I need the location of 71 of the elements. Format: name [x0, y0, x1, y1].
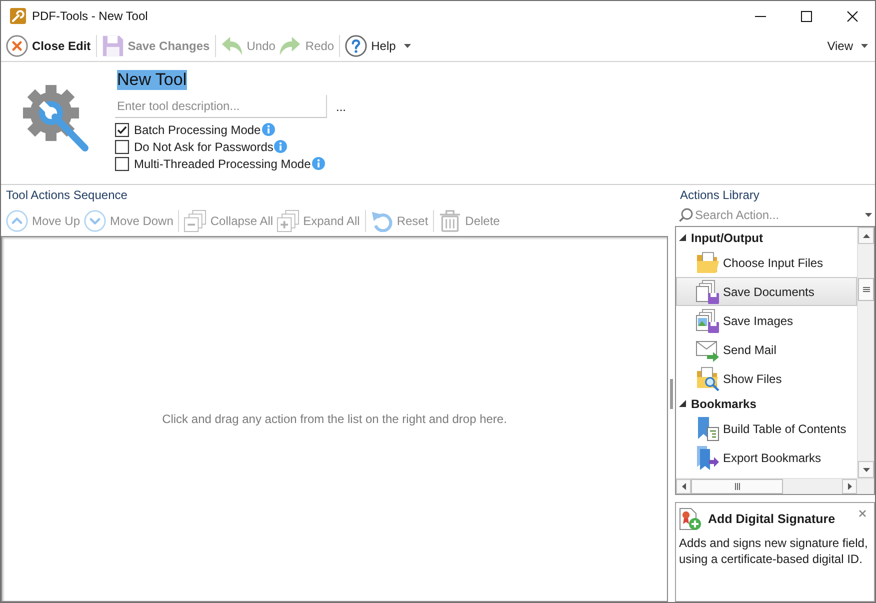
action-description: Adds and signs new signature field, using a certificate-based digital ID.	[679, 535, 869, 567]
undo-arrow-icon	[220, 35, 243, 57]
certificate-plus-icon	[679, 508, 701, 530]
redo-arrow-icon	[279, 35, 302, 57]
bookmarks-arrow-icon	[696, 446, 720, 470]
help-icon	[345, 35, 368, 57]
checkbox[interactable]	[115, 122, 129, 136]
checkbox[interactable]	[115, 156, 129, 170]
arrow-up-icon	[862, 234, 870, 238]
help-button[interactable]: Help	[343, 33, 413, 59]
info-icon[interactable]	[274, 140, 288, 153]
scroll-right-button[interactable]	[842, 479, 857, 494]
chevron-up-circle-icon	[6, 210, 28, 232]
expander-icon[interactable]	[679, 234, 686, 241]
gear-wrench-icon	[22, 84, 90, 152]
folder-page-icon	[696, 250, 720, 274]
arrow-left-icon	[682, 483, 686, 490]
folder-magnifier-icon	[696, 366, 720, 390]
action-item[interactable]: Export Bookmarks	[676, 443, 857, 472]
window-title: PDF-Tools - New Tool	[32, 9, 148, 23]
action-item[interactable]: Show Files	[676, 364, 857, 393]
app-icon	[10, 8, 26, 24]
splitter-handle[interactable]	[670, 378, 673, 408]
scroll-down-button[interactable]	[858, 461, 874, 478]
scrollbar-thumb[interactable]	[858, 278, 874, 301]
reset-icon	[370, 210, 393, 232]
view-menu-button[interactable]: View	[825, 33, 870, 59]
checkbox[interactable]	[115, 140, 129, 154]
close-icon[interactable]	[859, 510, 866, 517]
grip-icon	[734, 483, 740, 490]
images-floppy-icon	[696, 308, 720, 332]
collapse-pages-icon	[184, 210, 206, 232]
pane-title: Actions Library	[680, 188, 760, 202]
maximize-icon	[800, 10, 812, 22]
action-item[interactable]: Send Mail	[676, 335, 857, 364]
checkbox-label[interactable]: Batch Processing Mode	[134, 122, 261, 136]
action-item[interactable]: Save Images	[676, 306, 857, 335]
caret-icon[interactable]	[865, 213, 872, 217]
action-item[interactable]: Save Documents	[676, 277, 857, 306]
bookmark-list-icon	[696, 416, 720, 440]
info-icon[interactable]	[312, 157, 325, 170]
horizontal-scrollbar[interactable]	[676, 478, 874, 494]
cancel-circle-icon	[6, 35, 28, 57]
tree-group-label[interactable]: Bookmarks	[691, 396, 756, 410]
action-item[interactable]: Choose Input Files	[676, 248, 857, 277]
expand-pages-icon	[277, 210, 300, 232]
arrow-down-icon	[862, 468, 870, 472]
tool-name-field[interactable]: New Tool	[115, 70, 350, 90]
close-icon	[846, 10, 858, 22]
scroll-up-button[interactable]	[858, 227, 874, 244]
grip-icon	[862, 287, 870, 292]
info-icon[interactable]	[262, 123, 275, 136]
empty-list-hint: Click and drag any action from the list on the right and drop here.	[162, 412, 507, 426]
scrollbar-thumb[interactable]	[691, 479, 783, 494]
arrow-right-icon	[848, 483, 852, 490]
scroll-left-button[interactable]	[676, 479, 691, 494]
actions-sequence-list[interactable]: Click and drag any action from the list on the right and drop here.	[1, 236, 668, 602]
trash-icon	[439, 210, 462, 232]
chevron-down-circle-icon	[84, 210, 106, 232]
close-edit-button[interactable]: Close Edit	[4, 33, 93, 59]
documents-floppy-icon	[696, 280, 720, 304]
checkbox-label[interactable]: Do Not Ask for Passwords	[134, 140, 274, 154]
action-title: Add Digital Signature	[708, 512, 836, 526]
tree-group-label[interactable]: Input/Output	[691, 230, 763, 244]
action-item[interactable]: Build Table of Contents	[676, 414, 857, 443]
search-icon	[679, 208, 693, 222]
more-button[interactable]: ...	[333, 100, 350, 114]
vertical-scrollbar[interactable]	[857, 227, 874, 478]
pane-title: Tool Actions Sequence	[6, 188, 128, 202]
checkbox-label[interactable]: Multi-Threaded Processing Mode	[134, 156, 311, 170]
expander-icon[interactable]	[679, 400, 686, 407]
